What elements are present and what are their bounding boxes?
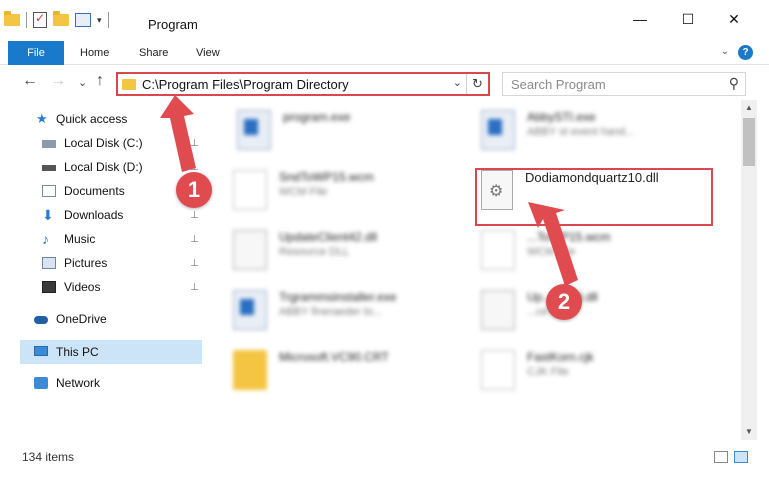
arrow-1-icon [160,95,196,172]
arrow-2-icon [528,202,578,286]
callout-badge-2: 2 [546,284,582,320]
callout-badge-1: 1 [176,172,212,208]
annotation-arrows [160,95,578,286]
